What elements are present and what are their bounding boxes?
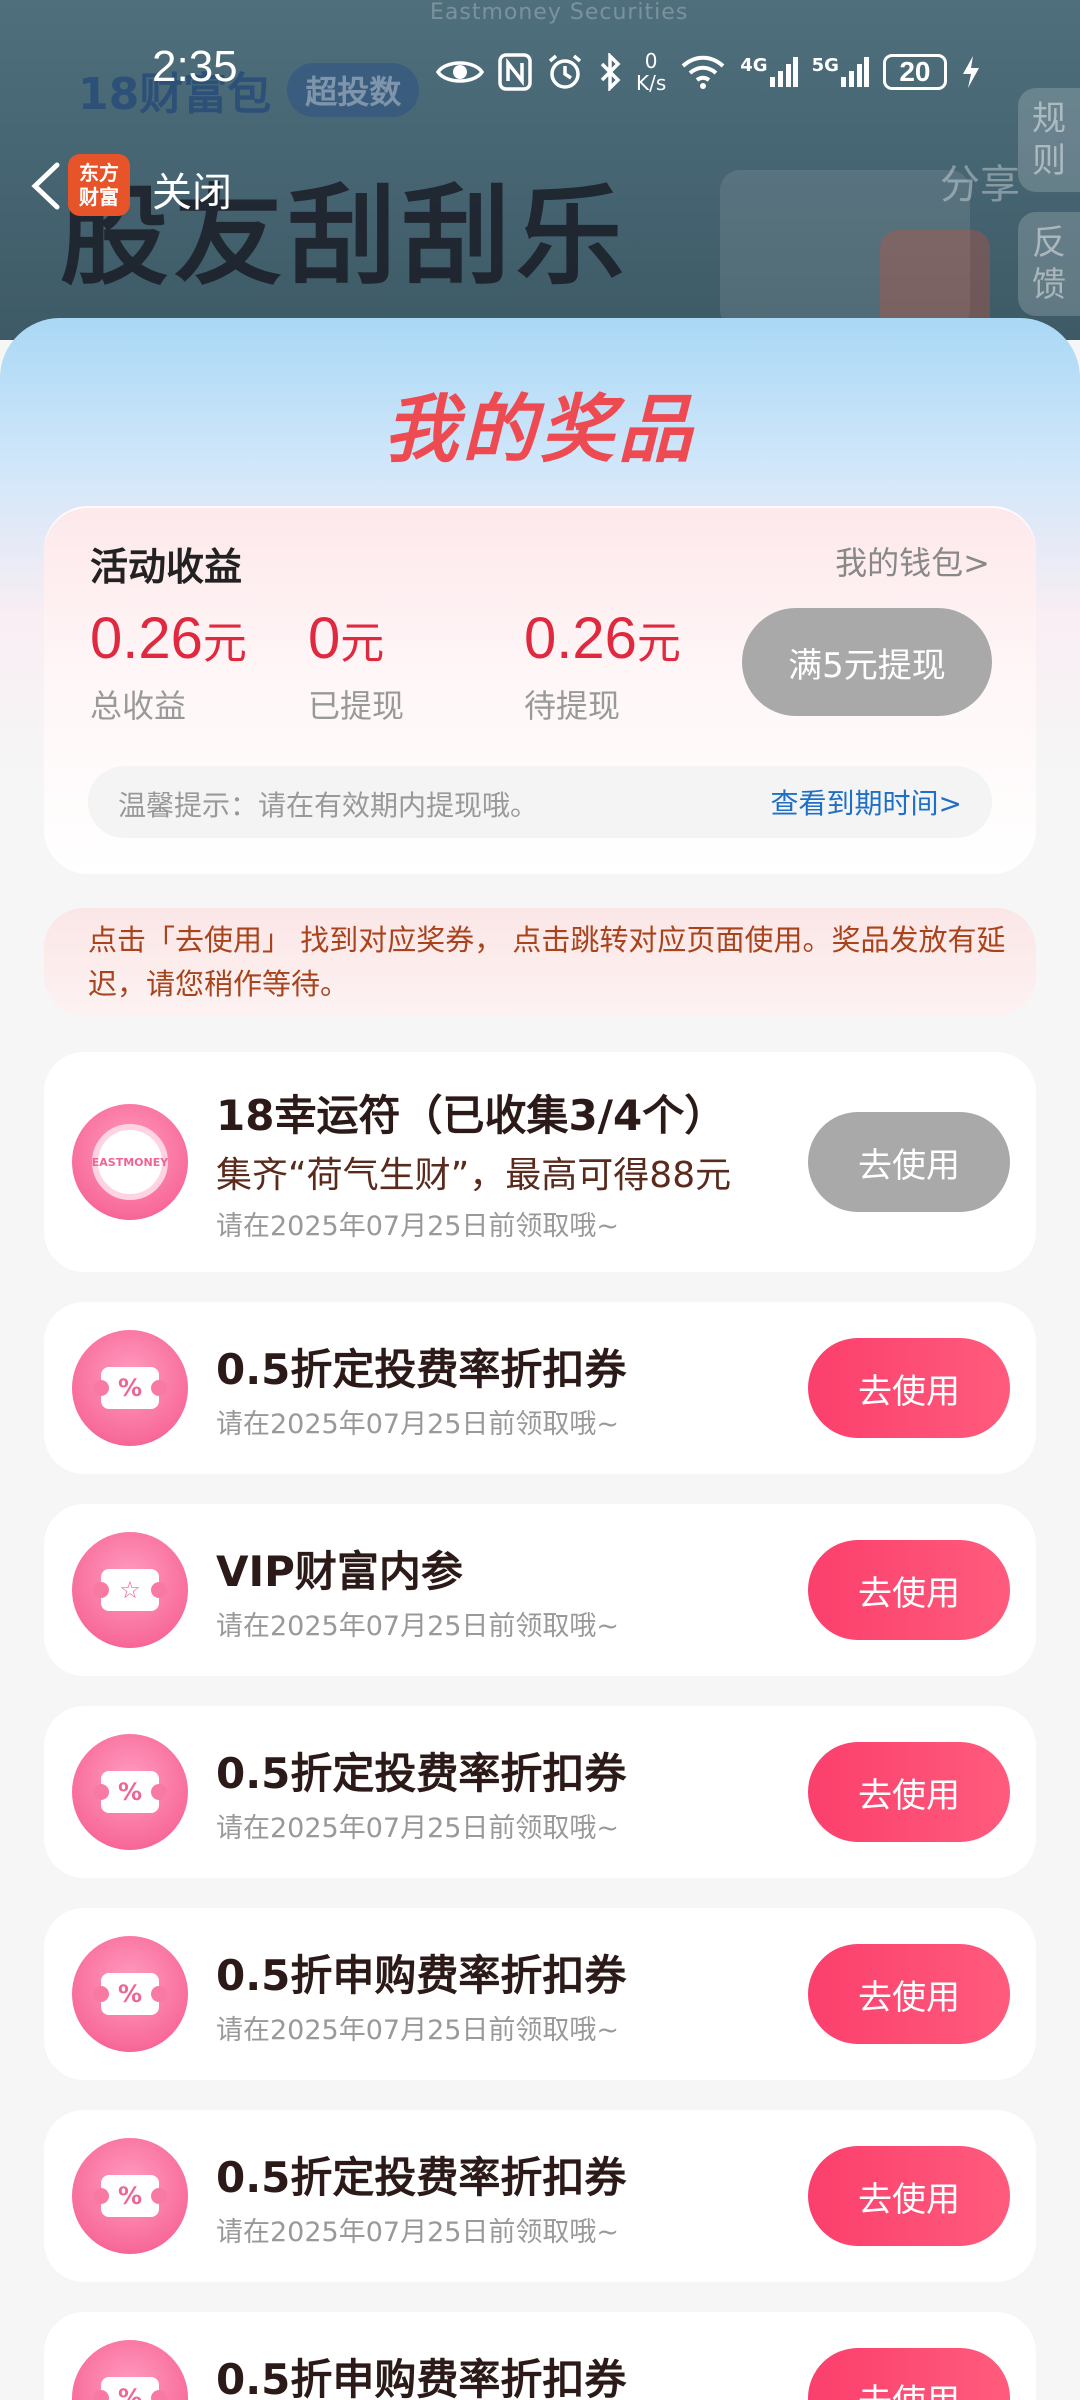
stat-pending-unit: 元: [636, 619, 681, 668]
prize-title: 0.5折定投费率折扣券: [216, 1345, 627, 1394]
prize-item: % 0.5折定投费率折扣券 请在2025年07月25日前领取哦~ 去使用: [44, 2110, 1036, 2282]
status-bar: 2:35 0 K/s 4G 5G 20: [0, 0, 1080, 150]
prize-title: 0.5折定投费率折扣券: [216, 1749, 627, 1798]
earnings-card: 活动收益 我的钱包> 0.26元 总收益 0元 已提现 0.26元 待提现 满5…: [44, 506, 1036, 874]
lucky-charm-icon: EASTMONEY: [72, 1104, 188, 1220]
coupon-percent-icon: %: [72, 1330, 188, 1446]
prize-item: EASTMONEY 18幸运符（已收集3/4个） 集齐“荷气生财”，最高可得88…: [44, 1052, 1036, 1272]
use-button[interactable]: 去使用: [808, 2146, 1010, 2246]
signal-5g-icon: 5G: [812, 55, 869, 89]
coupon-percent-icon-text: %: [93, 1367, 167, 1409]
stat-withdrawn-label: 已提现: [308, 687, 405, 725]
prize-expiry: 请在2025年07月25日前领取哦~: [216, 1611, 620, 1642]
tip-text: 温馨提示：请在有效期内提现哦。: [118, 789, 539, 822]
prize-item: % 0.5折定投费率折扣券 请在2025年07月25日前领取哦~ 去使用: [44, 1706, 1036, 1878]
coupon-percent-icon-text: %: [93, 1771, 167, 1813]
coupon-star-icon: ☆: [72, 1532, 188, 1648]
app-logo-line2: 财富: [79, 185, 119, 209]
stat-withdrawn-unit: 元: [340, 619, 385, 668]
use-button[interactable]: 去使用: [808, 1540, 1010, 1640]
prize-expiry: 请在2025年07月25日前领取哦~: [216, 1211, 620, 1242]
signal-5g-label: 5G: [811, 55, 839, 76]
coupon-percent-icon-text: %: [93, 1973, 167, 2015]
stat-total-number: 0.26: [90, 606, 203, 671]
earnings-title: 活动收益: [90, 545, 243, 589]
prize-item: % 0.5折申购费率折扣券 请在2025年07月25日前领取哦~ 去使用: [44, 1908, 1036, 2080]
prize-title: 0.5折申购费率折扣券: [216, 1951, 627, 2000]
prize-title: 0.5折申购费率折扣券: [216, 2355, 627, 2400]
use-button[interactable]: 去使用: [808, 1338, 1010, 1438]
use-button[interactable]: 去使用: [808, 1742, 1010, 1842]
app-logo-line1: 东方: [79, 161, 119, 185]
wifi-icon: [680, 54, 726, 90]
coupon-percent-icon-text: %: [93, 2377, 167, 2400]
stat-pending-number: 0.26: [524, 606, 637, 671]
use-button[interactable]: 去使用: [808, 1112, 1010, 1212]
stat-total-label: 总收益: [90, 687, 187, 725]
status-time: 2:35: [152, 42, 238, 91]
coupon-percent-icon: %: [72, 2340, 188, 2400]
stat-total-value: 0.26元: [90, 606, 247, 677]
wallet-link[interactable]: 我的钱包>: [835, 538, 990, 584]
network-speed-unit: K/s: [636, 71, 667, 95]
prize-panel: 我的奖品 活动收益 我的钱包> 0.26元 总收益 0元 已提现 0.26元 待…: [0, 318, 1080, 2400]
app-logo: 东方 财富: [68, 154, 130, 216]
prize-expiry: 请在2025年07月25日前领取哦~: [216, 2015, 620, 2046]
use-button[interactable]: 去使用: [808, 2348, 1010, 2400]
stat-withdrawn-value: 0元: [308, 606, 404, 677]
stat-total: 0.26元 总收益: [90, 606, 247, 727]
network-speed-value: 0: [644, 49, 658, 73]
coupon-percent-icon-text: %: [93, 2175, 167, 2217]
prize-item: % 0.5折申购费率折扣券 去使用: [44, 2312, 1036, 2400]
view-expiry-link[interactable]: 查看到期时间>: [771, 782, 962, 822]
feedback-tab[interactable]: 反馈: [1018, 212, 1080, 316]
panel-title: 我的奖品: [384, 387, 696, 473]
bluetooth-icon: [598, 53, 622, 91]
prize-expiry: 请在2025年07月25日前领取哦~: [216, 1813, 620, 1844]
signal-4g-icon: 4G: [740, 55, 798, 89]
stat-pending-value: 0.26元: [524, 606, 681, 677]
prize-title: 0.5折定投费率折扣券: [216, 2153, 627, 2202]
stat-total-unit: 元: [202, 619, 247, 668]
coupon-star-icon-text: ☆: [93, 1569, 167, 1611]
notice-text: 点击「去使用」 找到对应奖券， 点击跳转对应页面使用。奖品发放有延迟，请您稍作等…: [88, 923, 1006, 1001]
prize-title: VIP财富内参: [216, 1547, 463, 1596]
network-speed: 0 K/s: [636, 50, 666, 94]
chevron-left-icon: [31, 162, 60, 210]
lucky-charm-icon-text: EASTMONEY: [92, 1124, 168, 1200]
stat-withdrawn-number: 0: [308, 606, 341, 671]
coupon-percent-icon: %: [72, 1734, 188, 1850]
back-button[interactable]: [18, 158, 74, 214]
tip-bar: 温馨提示：请在有效期内提现哦。 查看到期时间>: [88, 766, 992, 838]
nav-bar: 东方 财富 关闭: [0, 150, 1080, 222]
charging-icon: [961, 54, 981, 90]
stat-pending-label: 待提现: [524, 687, 621, 725]
signal-4g-label: 4G: [740, 55, 768, 76]
nfc-icon: [498, 53, 532, 91]
prize-item: % 0.5折定投费率折扣券 请在2025年07月25日前领取哦~ 去使用: [44, 1302, 1036, 1474]
coupon-percent-icon: %: [72, 2138, 188, 2254]
prize-expiry: 请在2025年07月25日前领取哦~: [216, 1409, 620, 1440]
withdraw-button[interactable]: 满5元提现: [742, 608, 992, 716]
close-button[interactable]: 关闭: [152, 160, 232, 218]
prize-expiry: 请在2025年07月25日前领取哦~: [216, 2217, 620, 2248]
notice-banner: 点击「去使用」 找到对应奖券， 点击跳转对应页面使用。奖品发放有延迟，请您稍作等…: [44, 908, 1036, 1016]
stat-pending: 0.26元 待提现: [524, 606, 681, 727]
use-button[interactable]: 去使用: [808, 1944, 1010, 2044]
status-icons: 0 K/s 4G 5G 20: [436, 44, 981, 100]
prize-title: 18幸运符（已收集3/4个）: [216, 1091, 727, 1140]
prize-subtitle: 集齐“荷气生财”，最高可得88元: [216, 1155, 732, 1196]
coupon-percent-icon: %: [72, 1936, 188, 2052]
stat-withdrawn: 0元 已提现: [308, 606, 404, 727]
alarm-icon: [546, 53, 584, 91]
prize-item: ☆ VIP财富内参 请在2025年07月25日前领取哦~ 去使用: [44, 1504, 1036, 1676]
eye-icon: [436, 56, 484, 88]
battery-icon: 20: [882, 54, 947, 90]
